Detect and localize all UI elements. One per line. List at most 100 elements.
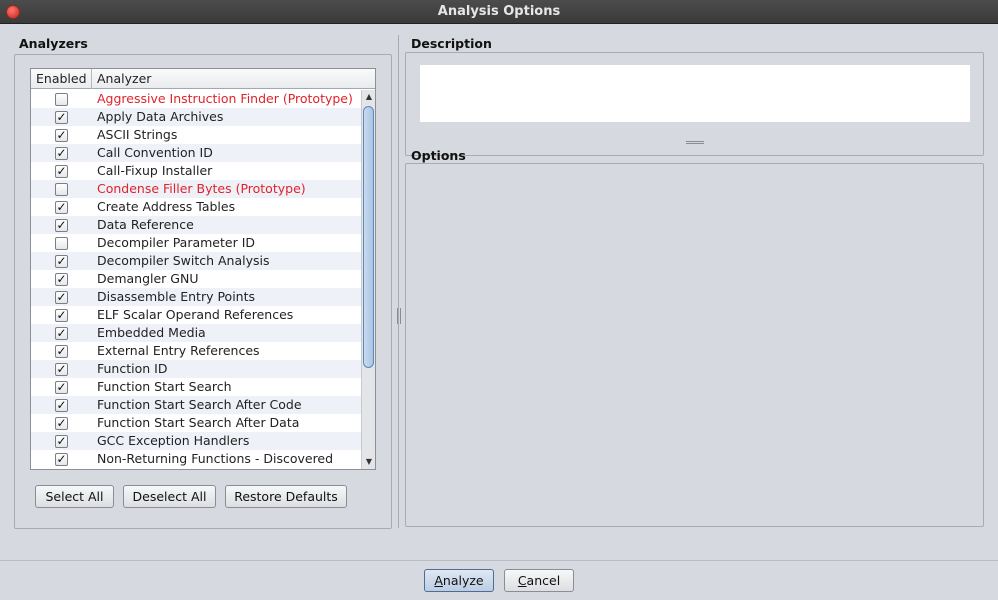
analyzer-name: GCC Exception Handlers — [97, 433, 250, 448]
check-icon: ✓ — [56, 326, 67, 340]
enabled-checkbox[interactable]: ✓ — [55, 309, 68, 322]
options-panel — [405, 163, 984, 527]
scroll-down-icon[interactable]: ▼ — [362, 455, 376, 469]
table-row[interactable]: ✓ Disassemble Entry Points — [31, 288, 361, 306]
table-row[interactable]: ✓ External Entry References — [31, 342, 361, 360]
description-title: Description — [411, 36, 492, 51]
table-row[interactable]: Decompiler Parameter ID — [31, 234, 361, 252]
check-icon: ✓ — [56, 110, 67, 124]
analyzer-name: Decompiler Parameter ID — [97, 235, 256, 250]
check-icon: ✓ — [56, 128, 67, 142]
analyze-button[interactable]: Analyze — [424, 569, 494, 592]
check-icon: ✓ — [56, 452, 67, 466]
table-row[interactable]: ✓ Function ID — [31, 360, 361, 378]
column-header-enabled[interactable]: Enabled — [31, 69, 92, 89]
table-row[interactable]: ✓ Decompiler Switch Analysis — [31, 252, 361, 270]
enabled-checkbox[interactable]: ✓ — [55, 399, 68, 412]
analyzer-name: Function Start Search — [97, 379, 232, 394]
title-bar: Analysis Options — [0, 0, 998, 24]
scrollbar-thumb[interactable] — [363, 106, 374, 368]
check-icon: ✓ — [56, 290, 67, 304]
analyzer-name: Apply Data Archives — [97, 109, 224, 124]
description-text — [420, 65, 970, 122]
enabled-checkbox[interactable]: ✓ — [55, 255, 68, 268]
check-icon: ✓ — [56, 416, 67, 430]
table-row[interactable]: ✓ ELF Scalar Operand References — [31, 306, 361, 324]
horizontal-splitter[interactable] — [404, 138, 988, 146]
column-header-analyzer[interactable]: Analyzer — [92, 69, 375, 89]
scroll-up-icon[interactable]: ▲ — [362, 90, 376, 104]
analyzer-name: Function ID — [97, 361, 168, 376]
table-row[interactable]: ✓ Embedded Media — [31, 324, 361, 342]
table-row[interactable]: ✓ Call-Fixup Installer — [31, 162, 361, 180]
check-icon: ✓ — [56, 146, 67, 160]
enabled-checkbox[interactable]: ✓ — [55, 291, 68, 304]
check-icon: ✓ — [56, 254, 67, 268]
enabled-checkbox[interactable]: ✓ — [55, 111, 68, 124]
check-icon: ✓ — [56, 308, 67, 322]
enabled-checkbox[interactable]: ✓ — [55, 345, 68, 358]
table-row[interactable]: ✓ Apply Data Archives — [31, 108, 361, 126]
check-icon: ✓ — [56, 362, 67, 376]
options-title: Options — [411, 148, 466, 163]
table-body: Aggressive Instruction Finder (Prototype… — [31, 90, 361, 469]
cancel-mnemonic: C — [517, 573, 527, 588]
enabled-checkbox[interactable]: ✓ — [55, 147, 68, 160]
check-icon: ✓ — [56, 200, 67, 214]
select-all-button[interactable]: Select All — [35, 485, 114, 508]
check-icon: ✓ — [56, 398, 67, 412]
table-header: Enabled Analyzer — [31, 69, 375, 89]
enabled-checkbox[interactable]: ✓ — [55, 273, 68, 286]
enabled-checkbox[interactable]: ✓ — [55, 327, 68, 340]
analyzer-name: Demangler GNU — [97, 271, 199, 286]
table-row[interactable]: ✓ Data Reference — [31, 216, 361, 234]
analyzer-name: Function Start Search After Code — [97, 397, 302, 412]
table-row[interactable]: Aggressive Instruction Finder (Prototype… — [31, 90, 361, 108]
table-row[interactable]: ✓ Function Start Search After Code — [31, 396, 361, 414]
dialog-footer: Analyze Cancel — [0, 560, 998, 600]
enabled-checkbox[interactable]: ✓ — [55, 129, 68, 142]
enabled-checkbox[interactable]: ✓ — [55, 165, 68, 178]
dialog-content: Analyzers Enabled Analyzer Aggressive In… — [0, 25, 998, 560]
enabled-checkbox[interactable]: ✓ — [55, 381, 68, 394]
analyzer-name: Call-Fixup Installer — [97, 163, 213, 178]
table-row[interactable]: Condense Filler Bytes (Prototype) — [31, 180, 361, 198]
deselect-all-button[interactable]: Deselect All — [123, 485, 216, 508]
enabled-checkbox[interactable] — [55, 183, 68, 196]
table-row[interactable]: ✓ Create Address Tables — [31, 198, 361, 216]
enabled-checkbox[interactable]: ✓ — [55, 201, 68, 214]
table-row[interactable]: ✓ GCC Exception Handlers — [31, 432, 361, 450]
enabled-checkbox[interactable] — [55, 237, 68, 250]
analyzer-name: Function Start Search After Data — [97, 415, 300, 430]
enabled-checkbox[interactable]: ✓ — [55, 453, 68, 466]
table-row[interactable]: ✓ ASCII Strings — [31, 126, 361, 144]
analyze-mnemonic: A — [434, 573, 443, 588]
table-scrollbar[interactable]: ▲ ▼ — [361, 90, 375, 469]
table-row[interactable]: ✓ Function Start Search After Data — [31, 414, 361, 432]
cancel-label-rest: ancel — [526, 573, 561, 588]
cancel-button[interactable]: Cancel — [504, 569, 574, 592]
analyzer-name: Decompiler Switch Analysis — [97, 253, 270, 268]
check-icon: ✓ — [56, 380, 67, 394]
analyzer-name: Create Address Tables — [97, 199, 236, 214]
enabled-checkbox[interactable]: ✓ — [55, 417, 68, 430]
table-row[interactable]: ✓ Non-Returning Functions - Discovered — [31, 450, 361, 468]
check-icon: ✓ — [56, 344, 67, 358]
check-icon: ✓ — [56, 164, 67, 178]
enabled-checkbox[interactable] — [55, 93, 68, 106]
vertical-splitter[interactable] — [396, 35, 402, 528]
enabled-checkbox[interactable]: ✓ — [55, 363, 68, 376]
check-icon: ✓ — [56, 434, 67, 448]
enabled-checkbox[interactable]: ✓ — [55, 219, 68, 232]
analyzer-name: Non-Returning Functions - Discovered — [97, 451, 334, 466]
restore-defaults-button[interactable]: Restore Defaults — [225, 485, 347, 508]
enabled-checkbox[interactable]: ✓ — [55, 435, 68, 448]
analyzer-name: Condense Filler Bytes (Prototype) — [97, 181, 306, 196]
analyzer-name: Disassemble Entry Points — [97, 289, 256, 304]
splitter-grip-icon[interactable] — [397, 308, 401, 324]
table-row[interactable]: ✓ Function Start Search — [31, 378, 361, 396]
table-row[interactable]: ✓ Demangler GNU — [31, 270, 361, 288]
table-row[interactable]: ✓ Call Convention ID — [31, 144, 361, 162]
splitter-grip-icon[interactable] — [686, 141, 704, 144]
analyze-label-rest: nalyze — [442, 573, 484, 588]
